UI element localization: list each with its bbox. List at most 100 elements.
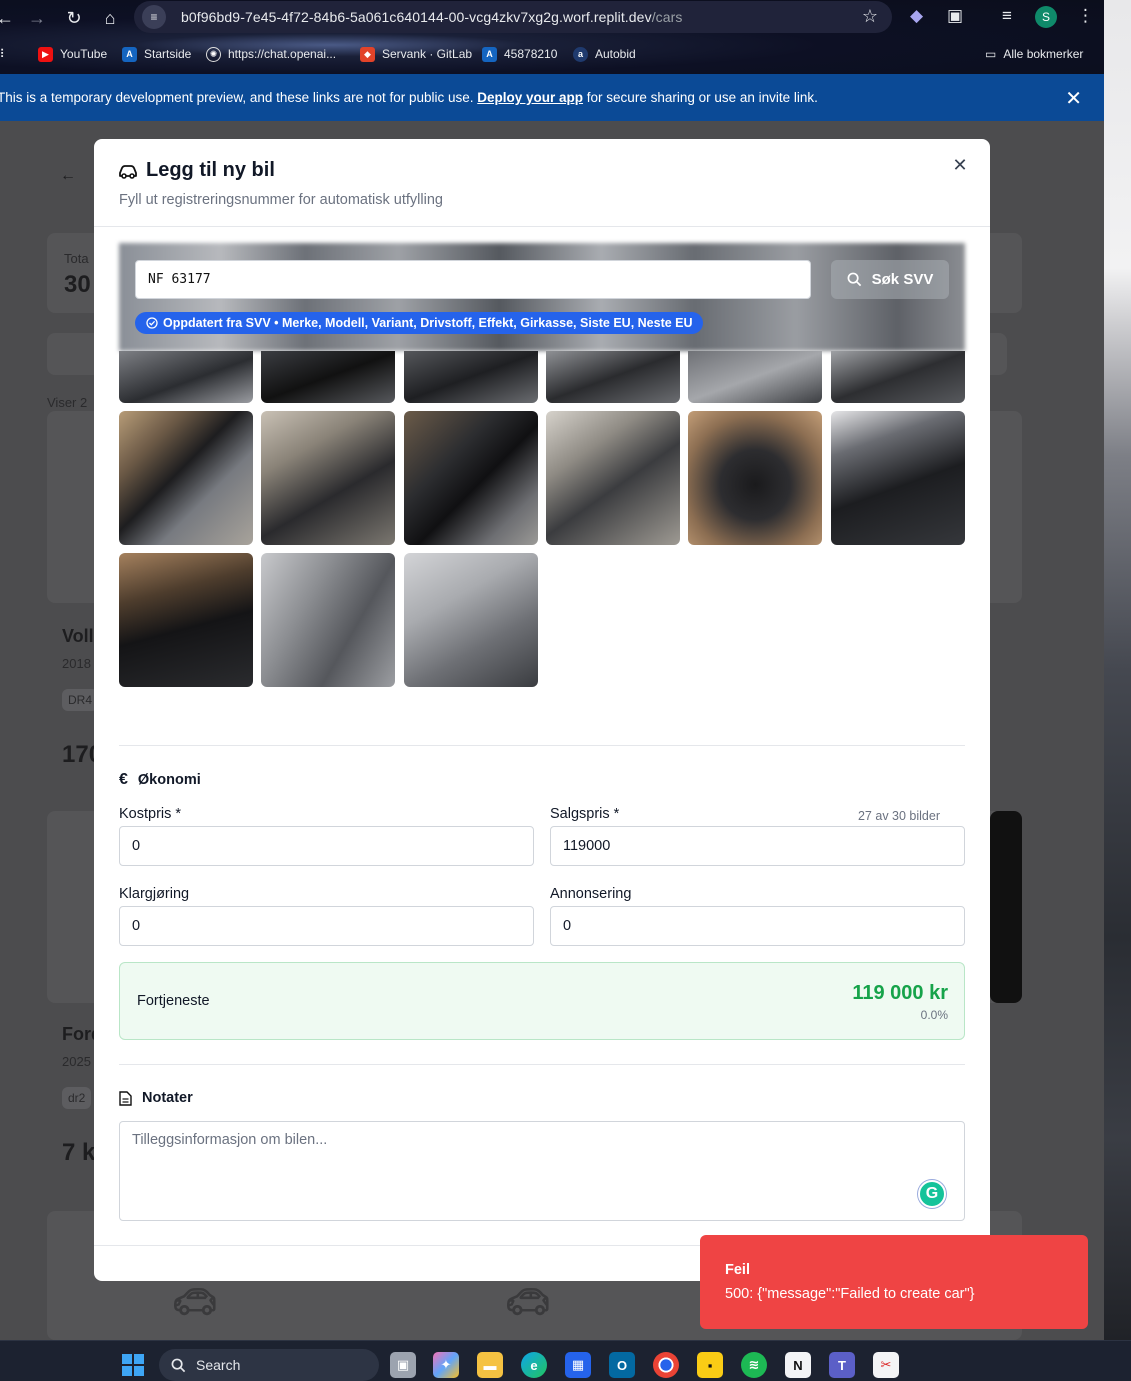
profile-avatar[interactable]: S [1035, 6, 1057, 28]
desktop-wallpaper [1104, 0, 1131, 1340]
advertising-label: Annonsering [550, 886, 632, 902]
home-icon[interactable]: ⌂ [97, 5, 123, 31]
bookmarks-bar: ⠿ ▶ YouTube A Startside ✺ https://chat.open… [0, 42, 1104, 66]
check-circle-icon [146, 317, 158, 329]
advertising-input[interactable]: 0 [550, 906, 965, 946]
bookmark-star-icon[interactable]: ☆ [862, 6, 878, 27]
cost-price-input[interactable]: 0 [119, 826, 534, 866]
preview-banner: This is a temporary development preview,… [0, 74, 1104, 121]
car-photo[interactable] [688, 411, 822, 545]
windows-start-icon[interactable] [122, 1354, 144, 1376]
search-icon [847, 272, 861, 287]
file-explorer-icon[interactable]: ▬ [477, 1352, 503, 1378]
car-photo[interactable] [688, 351, 822, 403]
all-bookmarks[interactable]: ▭ Alle bokmerker [985, 42, 1083, 66]
notion-icon[interactable]: N [785, 1352, 811, 1378]
car-photo[interactable] [404, 553, 538, 687]
bookmark-youtube[interactable]: ▶ YouTube [38, 42, 107, 66]
stat-label: Tota [64, 251, 89, 266]
bookmark-page-icon: A [482, 46, 497, 62]
edge-icon[interactable]: e [521, 1352, 547, 1378]
divider [119, 1064, 965, 1065]
toast-title: Feil [725, 1262, 750, 1278]
preparation-label: Klargjøring [119, 886, 190, 902]
address-bar[interactable]: ≡ b0f96bd9-7e45-4f72-84b6-5a061c640144-0… [134, 1, 892, 33]
spotify-icon[interactable]: ≋ [741, 1352, 767, 1378]
task-view-icon[interactable]: ▣ [390, 1352, 416, 1378]
copilot-icon[interactable]: ✦ [433, 1352, 459, 1378]
extension-icon[interactable]: ◆ [910, 6, 923, 26]
car-photo[interactable] [546, 351, 680, 403]
car-photo[interactable] [119, 553, 253, 687]
car-photo[interactable] [261, 553, 395, 687]
media-control-icon[interactable]: ≡ [1002, 6, 1012, 26]
store-icon[interactable]: ▦ [565, 1352, 591, 1378]
apps-icon[interactable]: ⠿ [0, 42, 5, 66]
add-car-modal: Legg til ny bil Fyll ut registreringsnum… [94, 139, 990, 1281]
bookmark-45878210[interactable]: A 45878210 [482, 42, 557, 66]
stat-value: 30 [64, 271, 91, 298]
bookmark-gitlab[interactable]: ◆ Servank · GitLab [360, 42, 472, 66]
profit-value: 119 000 kr [852, 982, 948, 1004]
taskbar-search[interactable]: Search [159, 1349, 379, 1381]
car-photo[interactable] [261, 351, 395, 403]
back-arrow-icon[interactable]: ← [60, 167, 76, 185]
car-photo[interactable] [546, 411, 680, 545]
car-placeholder-icon-2: 🚗︎ [505, 1281, 551, 1322]
car-photo[interactable] [831, 351, 965, 403]
folder-icon: ▭ [985, 47, 997, 61]
preparation-input[interactable]: 0 [119, 906, 534, 946]
car-photo[interactable] [119, 411, 253, 545]
close-icon[interactable]: ✕ [948, 153, 972, 177]
extensions-puzzle-icon[interactable]: ▣ [947, 6, 963, 26]
car-card-reg: DR4 [62, 689, 99, 711]
outlook-icon[interactable]: O [609, 1352, 635, 1378]
windows-taskbar: Search ▣ ✦ ▬ e ▦ O ▪ ≋ N T ✂ [0, 1340, 1131, 1381]
menu-dots-icon[interactable]: ⋮ [1077, 6, 1094, 26]
modal-subtitle: Fyll ut registreringsnummer for automati… [119, 192, 443, 208]
gitlab-icon: ◆ [360, 46, 375, 62]
snipping-tool-icon[interactable]: ✂ [873, 1352, 899, 1378]
showing-count: Viser 2 [47, 395, 88, 410]
error-toast[interactable]: Feil 500: {"message":"Failed to create c… [700, 1235, 1088, 1329]
car-photo[interactable] [404, 411, 538, 545]
search-svv-button[interactable]: Søk SVV [831, 260, 949, 299]
car-card-year: 2018 [62, 656, 91, 671]
sticky-notes-icon[interactable]: ▪ [697, 1352, 723, 1378]
autobid-icon: a [573, 46, 588, 62]
bookmark-autobid[interactable]: a Autobid [573, 42, 636, 66]
grammarly-icon[interactable]: G [918, 1180, 946, 1208]
forward-icon[interactable]: → [24, 5, 50, 31]
cost-price-label: Kostpris * [119, 806, 182, 822]
site-info-icon[interactable]: ≡ [142, 5, 166, 29]
search-svv-label: Søk SVV [871, 271, 934, 288]
youtube-icon: ▶ [38, 46, 53, 62]
modal-header: Legg til ny bil Fyll ut registreringsnum… [94, 139, 990, 227]
taskbar-search-label: Search [196, 1357, 241, 1373]
chrome-icon[interactable] [653, 1352, 679, 1378]
back-icon[interactable]: ← [0, 5, 18, 31]
profit-summary: Fortjeneste 119 000 kr 0.0% [119, 962, 965, 1040]
banner-close-icon[interactable]: ✕ [1065, 86, 1082, 111]
modal-title: Legg til ny bil [118, 159, 275, 182]
teams-icon[interactable]: T [829, 1352, 855, 1378]
divider [119, 745, 965, 746]
document-icon [119, 1090, 132, 1106]
bookmark-chatgpt[interactable]: ✺ https://chat.openai... [206, 42, 336, 66]
car-card-title: Voll [62, 626, 94, 646]
bookmark-startside[interactable]: A Startside [122, 42, 191, 66]
car-card-reg-2: dr2 [62, 1087, 92, 1109]
reload-icon[interactable]: ↻ [61, 5, 87, 31]
deploy-link[interactable]: Deploy your app [477, 90, 583, 105]
car-photo[interactable] [119, 351, 253, 403]
photo-count: 27 av 30 bilder [857, 809, 940, 823]
economy-heading-text: Økonomi [137, 772, 201, 788]
registration-input[interactable]: NF 63177 [135, 260, 811, 299]
car-photo[interactable] [831, 411, 965, 545]
car-photo[interactable] [404, 351, 538, 403]
url-text: b0f96bd9-7e45-4f72-84b6-5a061c640144-00-… [181, 9, 683, 25]
car-photo[interactable] [261, 411, 395, 545]
notes-textarea[interactable]: Tilleggsinformasjon om bilen... G [119, 1121, 965, 1221]
sale-price-label: Salgspris * [550, 806, 620, 822]
sale-price-input[interactable]: 119000 [550, 826, 965, 866]
